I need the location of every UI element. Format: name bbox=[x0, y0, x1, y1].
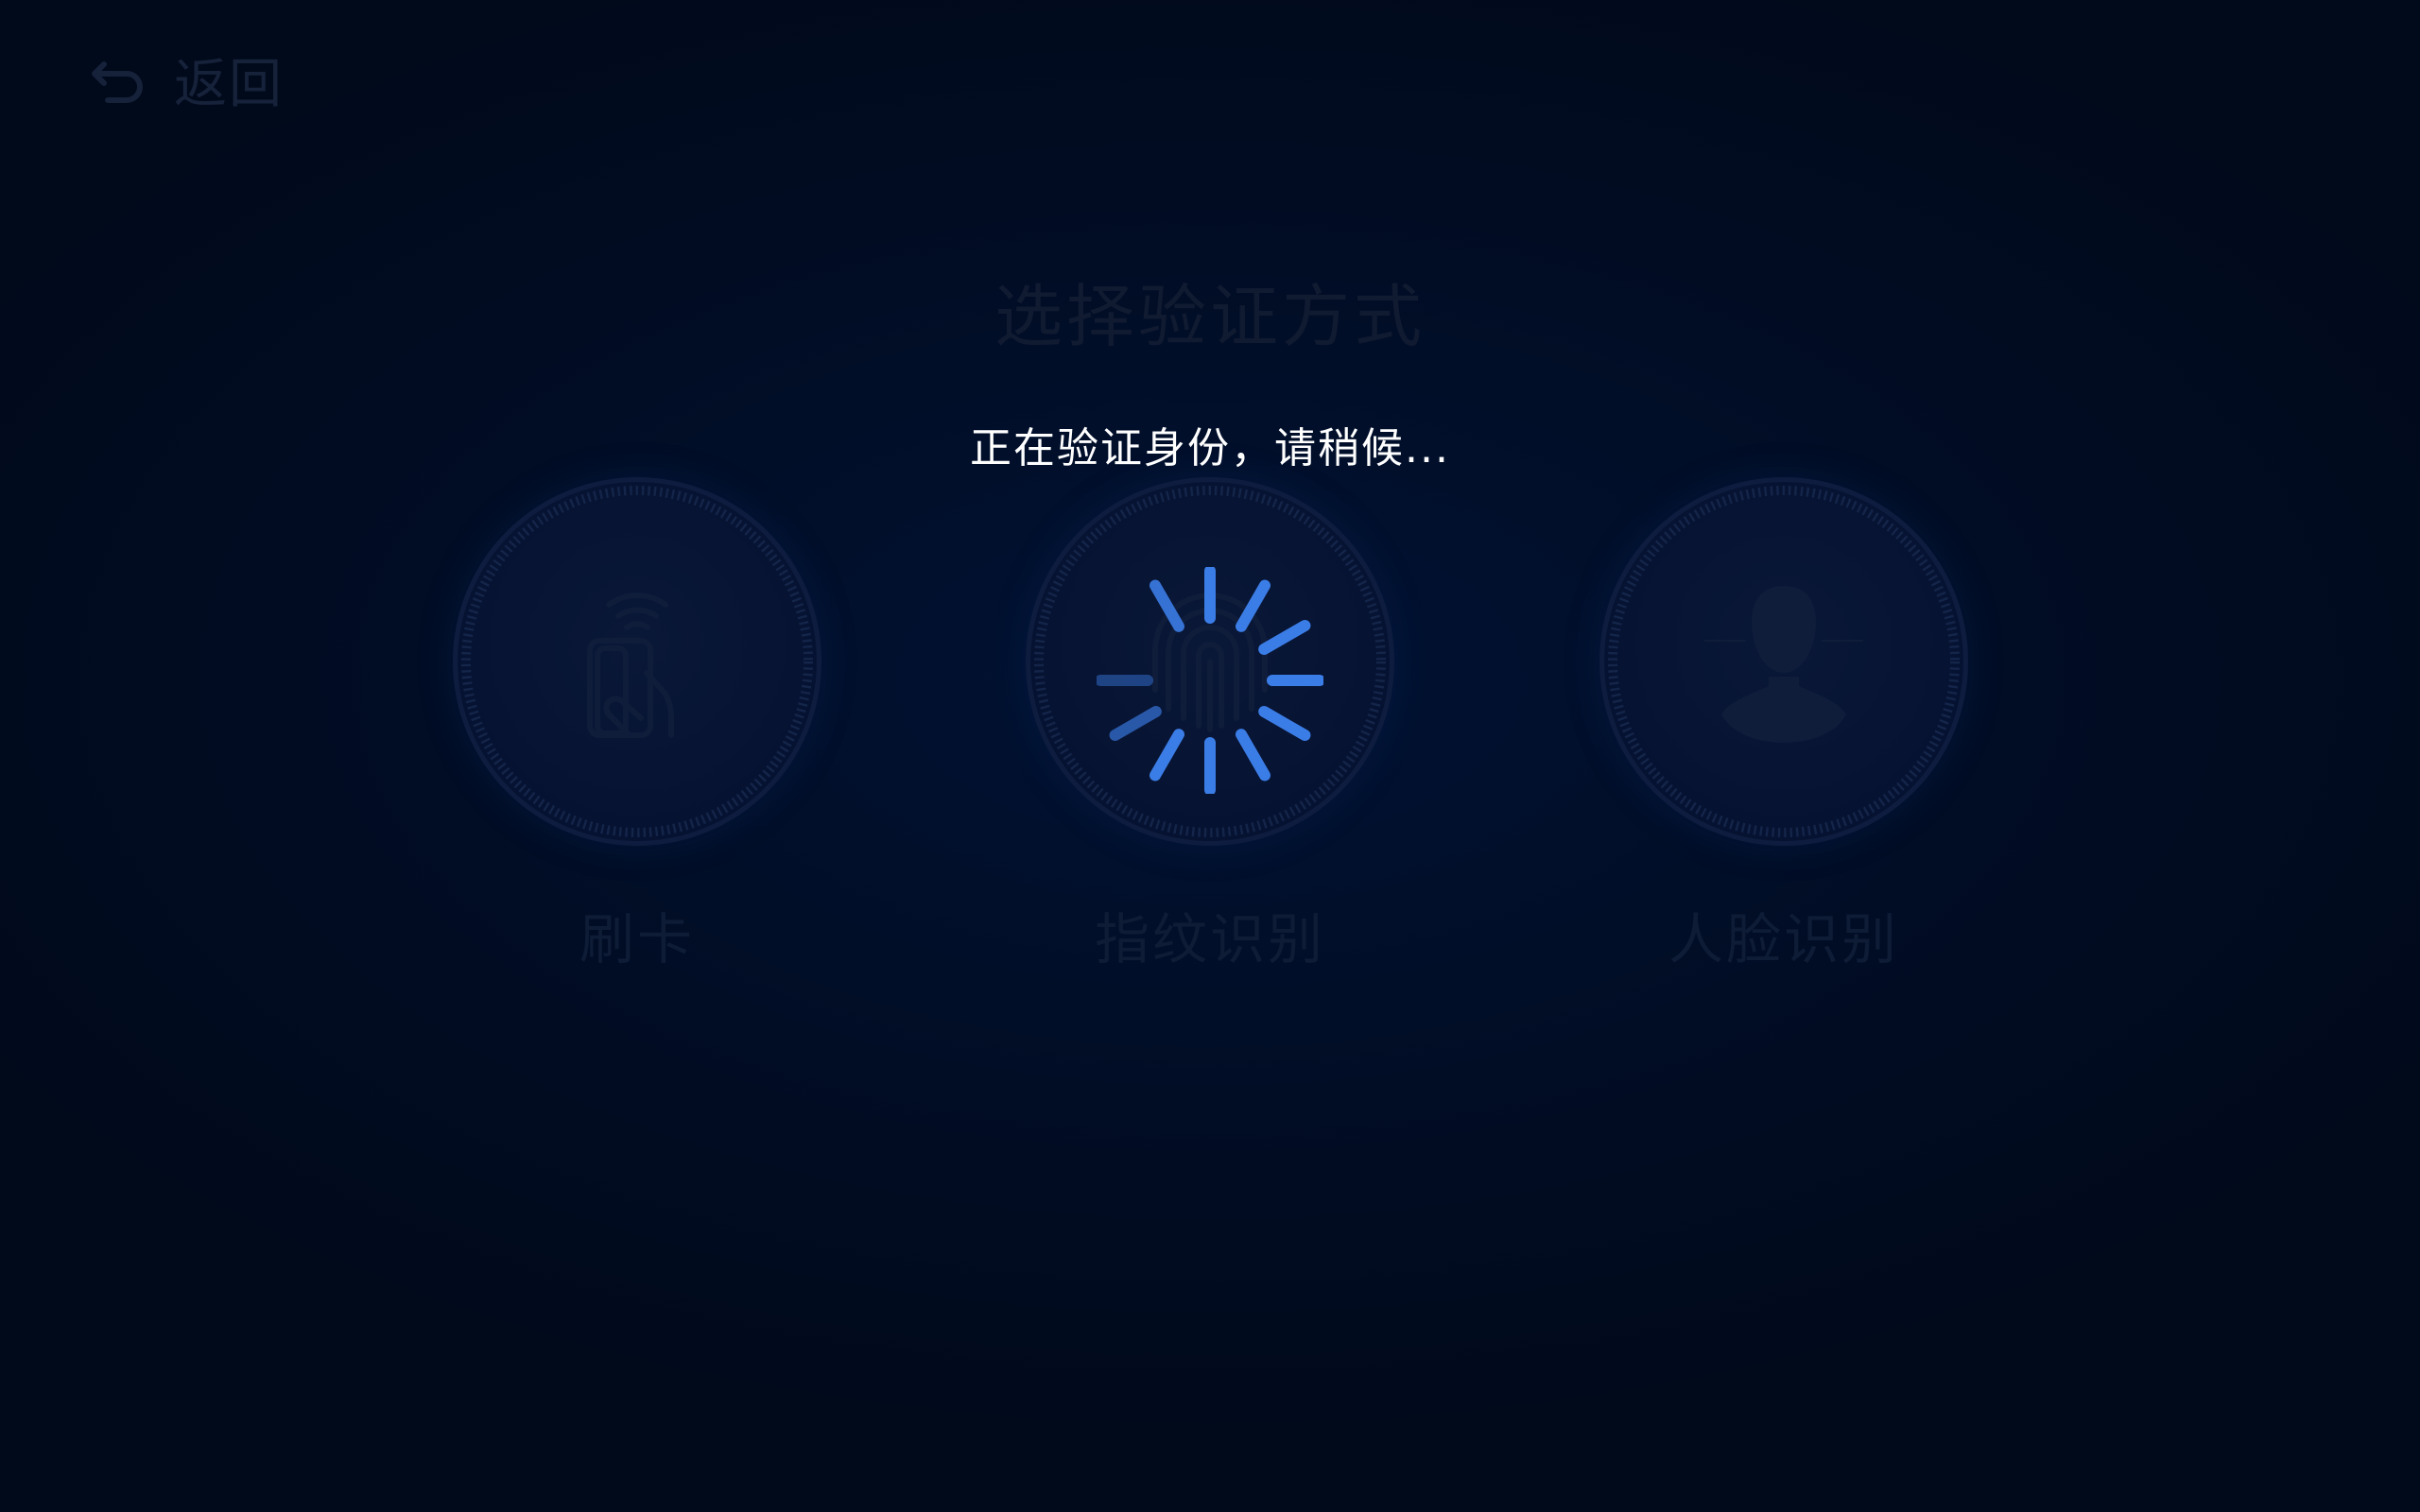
undo-arrow-icon bbox=[92, 61, 143, 103]
card-dial bbox=[453, 477, 821, 846]
fingerprint-icon bbox=[1152, 593, 1268, 732]
loading-message: 正在验证身份，请稍候... bbox=[970, 424, 1450, 472]
option-face[interactable]: 人脸识别 bbox=[1599, 477, 1968, 974]
card-tap-icon bbox=[587, 593, 674, 738]
auth-method-screen: 返回 选择验证方式 刷卡 指纹识别 人脸识别 正在验证身份，请稍候... bbox=[0, 0, 2420, 1512]
page-title: 选择验证方式 bbox=[994, 277, 1426, 356]
face-dial bbox=[1599, 477, 1968, 846]
back-button[interactable]: 返回 bbox=[91, 45, 284, 115]
option-fingerprint-label: 指纹识别 bbox=[1094, 907, 1325, 971]
back-label: 返回 bbox=[174, 53, 284, 115]
face-profile-icon bbox=[1704, 586, 1863, 743]
option-face-label: 人脸识别 bbox=[1668, 907, 1899, 971]
fingerprint-dial bbox=[1026, 477, 1394, 846]
option-card-label: 刷卡 bbox=[579, 907, 695, 971]
option-fingerprint[interactable]: 指纹识别 bbox=[1026, 477, 1394, 974]
option-card[interactable]: 刷卡 bbox=[453, 477, 821, 974]
